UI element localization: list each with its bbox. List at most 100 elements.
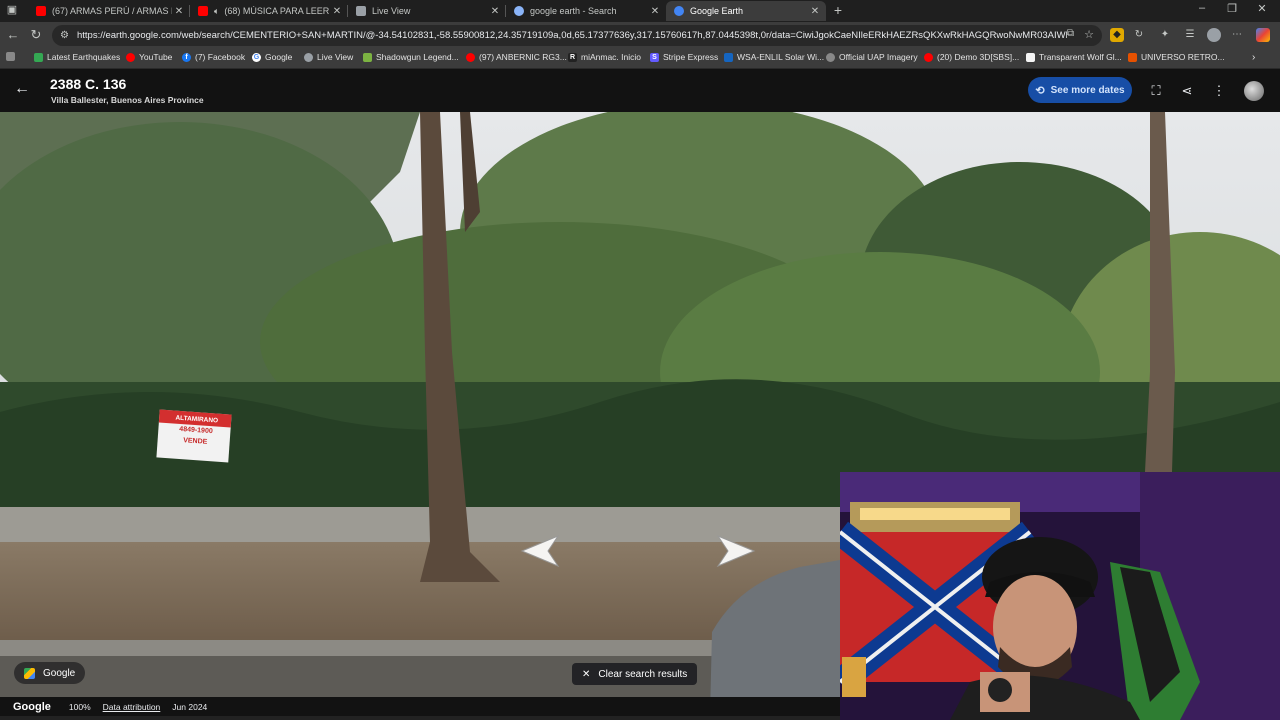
bookmark-item[interactable]: Official UAP Imagery (826, 52, 918, 62)
google-street-view-badge[interactable]: Google (14, 662, 86, 684)
bookmark-label: WSA-ENLIL Solar Wi... (737, 52, 825, 62)
youtube-icon (466, 52, 475, 62)
bookmark-item[interactable]: S Stripe Express (650, 52, 718, 62)
back-icon[interactable]: ← (4, 26, 22, 44)
tab-title: (68) MÚSICA PARA LEER TE (224, 6, 330, 16)
bookmark-star-icon[interactable]: ☆ (1084, 28, 1094, 41)
google-maps-icon (24, 667, 35, 679)
tab-search-icon[interactable]: ▣ (2, 3, 22, 16)
webcam-image (840, 472, 1280, 720)
bookmark-label: Stripe Express (663, 52, 719, 62)
page-favicon-icon (356, 6, 366, 16)
bookmark-label: Google (265, 52, 293, 62)
bookmark-item[interactable]: Transparent Wolf Gl... (1026, 52, 1122, 62)
place-subtitle: Villa Ballester, Buenos Aires Province (51, 95, 204, 105)
noaa-icon (724, 52, 733, 62)
address-bar[interactable]: ⚙ https://earth.google.com/web/search/CE… (52, 25, 1102, 46)
browser-toolbar: ← ↻ ⚙ https://earth.google.com/web/searc… (0, 22, 1280, 49)
earthquake-icon (34, 52, 43, 62)
bookmarks-apps-icon[interactable] (6, 52, 19, 61)
move-back-arrow-icon[interactable] (518, 532, 572, 570)
tab-close-icon[interactable]: ✕ (330, 6, 344, 17)
imagery-date: Jun 2024 (172, 701, 208, 712)
bookmark-item[interactable]: f (7) Facebook (182, 52, 245, 62)
bookmark-item[interactable]: UNIVERSO RETRO... (1128, 52, 1225, 62)
bookmarks-bar: Latest Earthquakes YouTube f (7) Facebook… (0, 49, 1280, 69)
tab-close-icon[interactable]: ✕ (172, 6, 186, 17)
google-earth-favicon-icon (674, 6, 684, 16)
anmac-icon: R (568, 52, 577, 62)
close-window-icon[interactable]: ✕ (1252, 2, 1272, 15)
account-avatar[interactable] (1244, 81, 1264, 101)
bookmark-label: YouTube (139, 52, 173, 62)
bookmark-item[interactable]: G Google (252, 52, 292, 62)
more-options-icon[interactable]: ⋮ (1210, 82, 1228, 100)
menu-dots-icon[interactable]: ⋯ (1230, 28, 1244, 42)
tab-google-earth-search[interactable]: google earth - Search ✕ (506, 1, 666, 21)
clear-search-results-button[interactable]: ✕ Clear search results (572, 663, 698, 685)
bookmark-label: miAnmac. Inicio (581, 52, 641, 62)
reading-list-icon[interactable]: ☰ (1183, 28, 1197, 42)
bookmark-item[interactable]: WSA-ENLIL Solar Wi... (724, 52, 824, 62)
restore-icon[interactable]: ❐ (1222, 2, 1242, 15)
bookmark-label: Shadowgun Legend... (376, 52, 459, 62)
speaker-icon[interactable]: 🔈︎ (214, 6, 219, 17)
tab-musica[interactable]: 🔈︎ (68) MÚSICA PARA LEER TE ✕ (190, 1, 348, 21)
install-app-icon[interactable]: ⧉ (1067, 28, 1074, 39)
bookmark-item[interactable]: (97) ANBERNIC RG3... (466, 52, 567, 62)
earth-status-bar: Google 100% Data attribution Jun 2024 (0, 697, 840, 716)
bookmark-item[interactable]: Latest Earthquakes (34, 52, 120, 62)
share-icon[interactable]: ⋖ (1178, 82, 1196, 100)
bookmark-item[interactable]: RmiAnmac. Inicio (568, 52, 641, 62)
tab-close-icon[interactable]: ✕ (808, 6, 822, 17)
browser-tab-strip: ▣ (67) ARMAS PERÚ / ARMAS PARA ✕ 🔈︎ (68)… (0, 0, 1280, 22)
history-icon: ⟲ (1035, 84, 1045, 97)
bookmark-item[interactable]: (20) Demo 3D[SBS]... (924, 52, 1019, 62)
youtube-icon (126, 52, 135, 62)
extensions-puzzle-icon[interactable]: ✦ (1158, 28, 1172, 42)
earth-header: ← 2388 C. 136 Villa Ballester, Buenos Ai… (0, 69, 1280, 112)
place-title: 2388 C. 136 (50, 76, 127, 92)
tab-close-icon[interactable]: ✕ (648, 6, 662, 17)
youtube-favicon-icon (36, 6, 46, 16)
for-sale-sign-text: ALTAMIRANO 4849-1900 VENDE (159, 412, 233, 450)
fullscreen-icon[interactable]: ⛶ (1147, 82, 1165, 100)
extension-shield-icon[interactable]: ◆ (1110, 28, 1124, 42)
tab-armas-peru[interactable]: (67) ARMAS PERÚ / ARMAS PARA ✕ (28, 1, 190, 21)
google-icon: G (252, 52, 261, 62)
new-tab-button[interactable]: + (830, 2, 846, 18)
bookmark-label: Live View (317, 52, 354, 62)
bookmark-label: (20) Demo 3D[SBS]... (937, 52, 1020, 62)
tab-close-icon[interactable]: ✕ (488, 6, 502, 17)
back-arrow-icon[interactable]: ← (12, 80, 32, 98)
youtube-icon (924, 52, 933, 62)
bookmark-label: UNIVERSO RETRO... (1141, 52, 1225, 62)
bookmark-item[interactable]: YouTube (126, 52, 172, 62)
youtube-favicon-icon (198, 6, 208, 16)
zoom-level: 100% (68, 701, 91, 712)
bookmark-label: Transparent Wolf Gl... (1039, 52, 1122, 62)
globe-icon (826, 52, 835, 62)
profile-avatar-icon[interactable] (1207, 28, 1221, 42)
bookmarks-overflow-icon[interactable]: › (1252, 52, 1255, 63)
tab-live-view[interactable]: Live View ✕ (348, 1, 506, 21)
move-forward-arrow-icon[interactable] (704, 532, 758, 570)
bookmark-item[interactable]: Shadowgun Legend... (363, 52, 459, 62)
close-icon: ✕ (582, 668, 591, 680)
gemini-icon[interactable] (1256, 28, 1270, 42)
reload-icon[interactable]: ↻ (27, 26, 45, 44)
see-more-dates-button[interactable]: ⟲ See more dates (1028, 77, 1132, 103)
tab-google-earth[interactable]: Google Earth ✕ (666, 1, 826, 21)
extension-refresh-icon[interactable]: ↻ (1132, 28, 1146, 42)
see-more-dates-label: See more dates (1050, 84, 1125, 96)
data-attribution-link[interactable]: Data attribution (103, 702, 161, 712)
site-info-icon[interactable]: ⚙ (60, 30, 69, 41)
bookmark-item[interactable]: Live View (304, 52, 353, 62)
facebook-icon: f (182, 52, 191, 62)
google-badge-label: Google (43, 667, 76, 679)
address-url[interactable]: https://earth.google.com/web/search/CEME… (77, 30, 1067, 41)
minimize-icon[interactable]: – (1192, 2, 1212, 14)
clear-search-label: Clear search results (598, 668, 688, 680)
search-favicon-icon (514, 6, 524, 16)
tab-title: google earth - Search (530, 6, 617, 16)
